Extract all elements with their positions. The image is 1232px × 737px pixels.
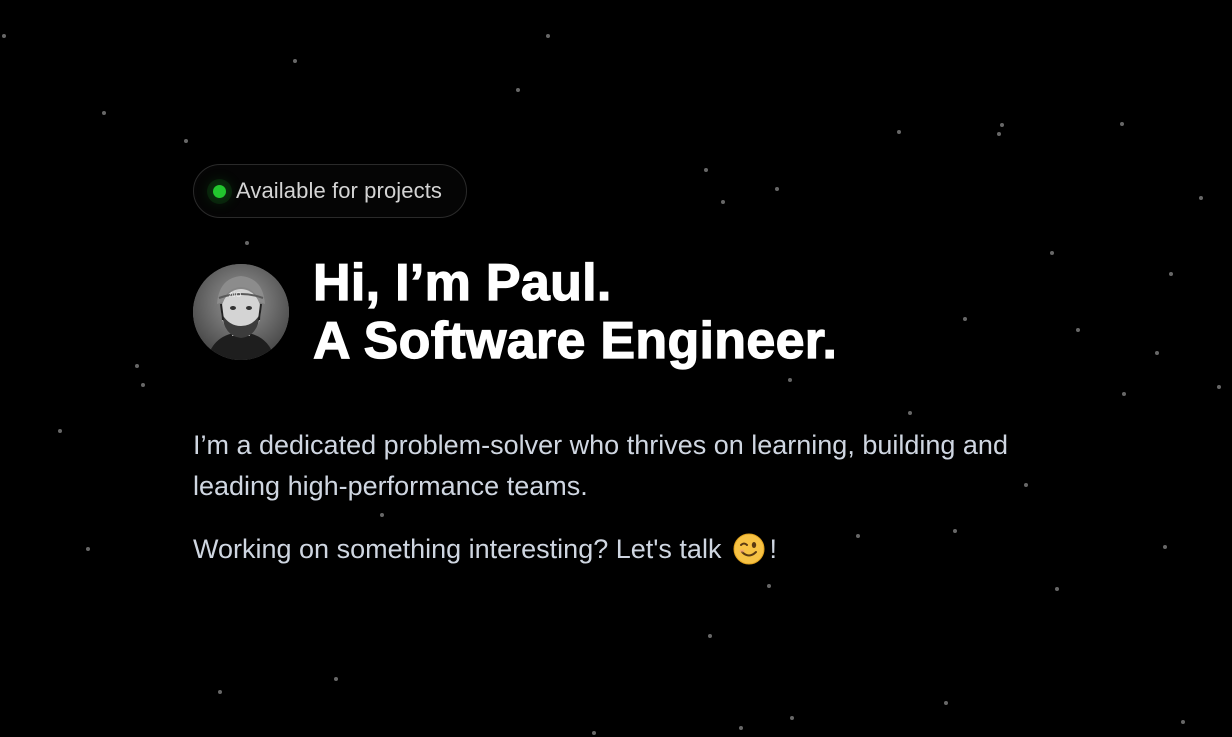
star-dot xyxy=(86,547,90,551)
star-dot xyxy=(944,701,948,705)
page-title: Hi, I’m Paul. A Software Engineer. xyxy=(312,253,838,370)
star-dot xyxy=(1163,545,1167,549)
star-dot xyxy=(546,34,550,38)
star-dot xyxy=(997,132,1001,136)
star-dot xyxy=(1122,392,1126,396)
svg-text:ΛiO: ΛiO xyxy=(229,291,242,299)
star-dot xyxy=(141,383,145,387)
winking-face-icon xyxy=(733,533,765,565)
star-dot xyxy=(334,677,338,681)
star-dot xyxy=(1217,385,1221,389)
star-dot xyxy=(767,584,771,588)
star-dot xyxy=(1199,196,1203,200)
star-dot xyxy=(1169,272,1173,276)
star-dot xyxy=(1055,587,1059,591)
star-dot xyxy=(708,634,712,638)
contact-cta: Working on something interesting? Let's … xyxy=(193,531,1093,567)
cta-text: Working on something interesting? Let's … xyxy=(193,534,722,564)
star-dot xyxy=(790,716,794,720)
star-dot xyxy=(2,34,6,38)
star-dot xyxy=(1120,122,1124,126)
bio-text: I’m a dedicated problem-solver who thriv… xyxy=(193,430,1008,501)
profile-photo-icon: ΛiO xyxy=(193,264,289,360)
cta-exclamation: ! xyxy=(769,534,777,564)
availability-badge: Available for projects xyxy=(193,164,468,218)
headline-role: A Software Engineer. xyxy=(312,311,838,370)
status-online-icon xyxy=(213,184,226,198)
avatar: ΛiO xyxy=(193,264,289,360)
star-dot xyxy=(218,690,222,694)
star-dot xyxy=(1181,720,1185,724)
star-dot xyxy=(516,88,520,92)
star-dot xyxy=(102,111,106,115)
availability-label: Available for projects xyxy=(236,178,443,203)
hero-section: Available for projects ΛiO Hi, I’m Paul.… xyxy=(193,164,1093,567)
star-dot xyxy=(58,429,62,433)
star-dot xyxy=(293,59,297,63)
star-dot xyxy=(1000,123,1004,127)
star-dot xyxy=(592,731,596,735)
star-dot xyxy=(739,726,743,730)
star-dot xyxy=(184,139,188,143)
star-dot xyxy=(897,130,901,134)
headline-greeting: Hi, I’m Paul. xyxy=(312,253,612,312)
intro-row: ΛiO Hi, I’m Paul. A Software Engineer. xyxy=(193,253,1093,371)
star-dot xyxy=(135,364,139,368)
star-dot xyxy=(1155,351,1159,355)
